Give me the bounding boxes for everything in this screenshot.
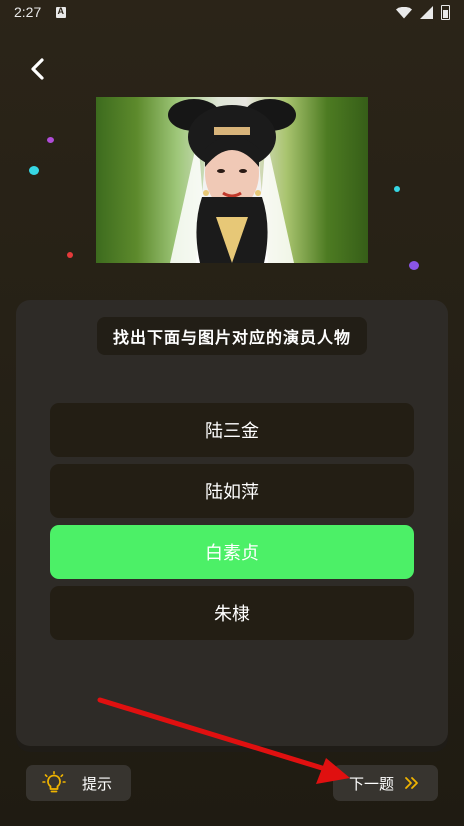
notification-a-icon — [56, 6, 66, 18]
battery-icon — [441, 5, 450, 20]
status-icons — [396, 5, 450, 20]
option-1[interactable]: 陆三金 — [50, 403, 414, 457]
lightbulb-icon — [42, 771, 66, 793]
quiz-photo — [96, 97, 368, 263]
option-4[interactable]: 朱棣 — [50, 586, 414, 640]
chevron-left-icon — [31, 58, 44, 80]
quiz-panel — [16, 300, 448, 746]
signal-icon — [420, 6, 433, 19]
confetti-dot — [67, 252, 73, 258]
next-question-button[interactable]: 下一题 — [333, 765, 438, 801]
back-button[interactable] — [26, 57, 50, 81]
option-2[interactable]: 陆如萍 — [50, 464, 414, 518]
hint-button[interactable]: 提示 — [26, 765, 131, 801]
double-chevron-right-icon — [405, 777, 418, 789]
confetti-dot — [47, 137, 54, 143]
question-text: 找出下面与图片对应的演员人物 — [97, 317, 367, 355]
next-label: 下一题 — [349, 774, 395, 793]
status-bar: 2:27 — [0, 0, 464, 26]
confetti-dot — [409, 261, 419, 270]
confetti-dot — [394, 186, 400, 192]
option-3-selected[interactable]: 白素贞 — [50, 525, 414, 579]
wifi-icon — [396, 6, 412, 19]
hint-label: 提示 — [82, 774, 113, 793]
status-time: 2:27 — [14, 4, 42, 20]
confetti-dot — [29, 166, 39, 175]
